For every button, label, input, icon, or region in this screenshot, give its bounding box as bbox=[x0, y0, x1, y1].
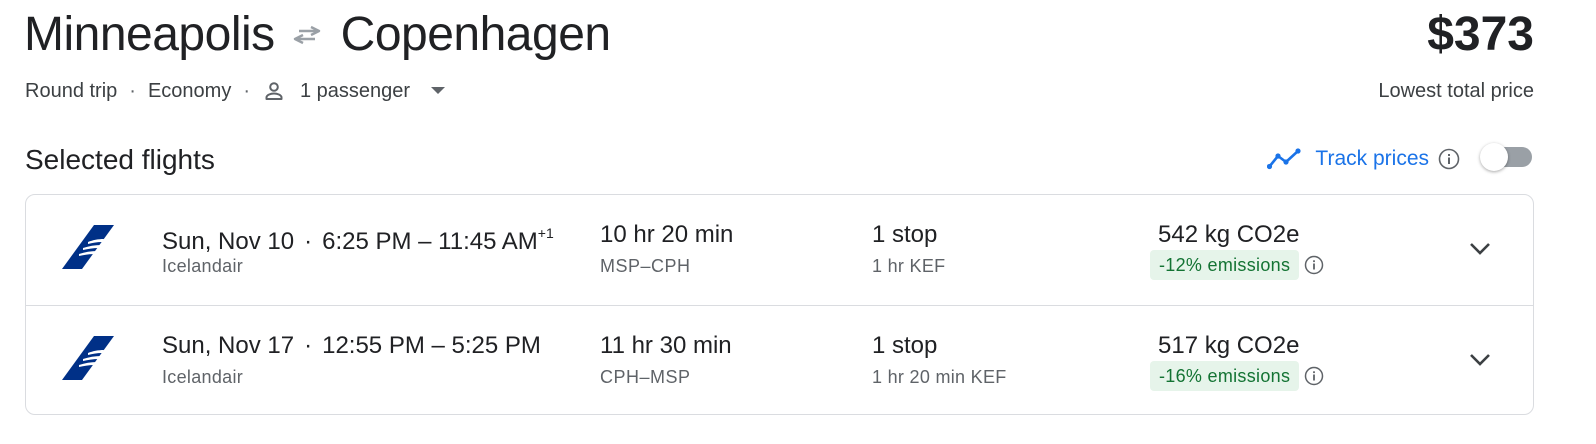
layover-info: 1 hr 20 min KEF bbox=[872, 367, 1007, 387]
airline-name: Icelandair bbox=[162, 256, 244, 276]
flight-row-outbound[interactable]: Sun, Nov 10 · 6:25 PM – 11:45 AM+1 Iceland… bbox=[26, 195, 1533, 305]
person-icon bbox=[262, 79, 286, 103]
separator-dot: · bbox=[304, 228, 313, 255]
caret-down-icon[interactable] bbox=[428, 81, 448, 101]
flight-route: MSP–CPH bbox=[600, 256, 691, 276]
flight-date: Sun, Nov 17 bbox=[162, 332, 295, 359]
toggle-knob bbox=[1480, 143, 1508, 171]
route-title: Minneapolis Copenhagen bbox=[24, 6, 611, 64]
track-prices: Track prices bbox=[1267, 142, 1534, 176]
info-icon[interactable] bbox=[1438, 148, 1460, 170]
co2-amount: 542 kg CO2e bbox=[1158, 221, 1300, 248]
swap-arrows-icon bbox=[291, 19, 323, 51]
flight-route: CPH–MSP bbox=[600, 367, 691, 387]
time-range: 12:55 PM – 5:25 PM bbox=[322, 332, 541, 359]
flight-date: Sun, Nov 10 bbox=[162, 228, 295, 255]
lowest-price: $373 bbox=[1427, 8, 1534, 61]
stop-count: 1 stop bbox=[872, 332, 938, 359]
day-offset: +1 bbox=[537, 225, 554, 241]
separator-dot: · bbox=[243, 80, 250, 102]
track-prices-toggle[interactable] bbox=[1480, 143, 1534, 175]
airline-name: Icelandair bbox=[162, 367, 244, 387]
co2-amount: 517 kg CO2e bbox=[1158, 332, 1300, 359]
emissions-badge: -16% emissions bbox=[1150, 361, 1300, 391]
trip-options: Round trip · Economy · 1 passenger bbox=[25, 79, 448, 103]
flight-times: Sun, Nov 17 · 12:55 PM – 5:25 PM bbox=[162, 332, 541, 360]
cabin-class: Economy bbox=[147, 80, 232, 102]
chevron-down-icon[interactable] bbox=[1460, 231, 1500, 267]
passenger-count: 1 passenger bbox=[300, 80, 411, 102]
trip-type: Round trip bbox=[25, 80, 118, 102]
time-range: 6:25 PM – 11:45 AM bbox=[322, 228, 538, 255]
destination-city: Copenhagen bbox=[340, 8, 611, 61]
price-label: Lowest total price bbox=[1378, 80, 1534, 102]
info-icon[interactable] bbox=[1304, 366, 1324, 386]
icelandair-logo-icon bbox=[60, 223, 116, 271]
trend-line-icon bbox=[1267, 147, 1302, 171]
separator-dot: · bbox=[129, 80, 136, 102]
flight-duration: 10 hr 20 min bbox=[600, 221, 734, 248]
icelandair-logo-icon bbox=[60, 334, 116, 382]
selected-flights-card: Sun, Nov 10 · 6:25 PM – 11:45 AM+1 Iceland… bbox=[25, 194, 1534, 415]
info-icon[interactable] bbox=[1304, 255, 1324, 275]
origin-city: Minneapolis bbox=[24, 8, 275, 61]
layover-info: 1 hr KEF bbox=[872, 256, 946, 276]
flight-duration: 11 hr 30 min bbox=[600, 332, 732, 359]
emissions-badge: -12% emissions bbox=[1150, 250, 1300, 280]
separator-dot: · bbox=[304, 332, 313, 359]
passenger-selector[interactable]: 1 passenger bbox=[262, 79, 448, 103]
chevron-down-icon[interactable] bbox=[1460, 342, 1500, 378]
selected-flights-heading: Selected flights bbox=[25, 144, 215, 175]
flight-row-return[interactable]: Sun, Nov 17 · 12:55 PM – 5:25 PM Icelandai… bbox=[26, 305, 1533, 414]
flight-times: Sun, Nov 10 · 6:25 PM – 11:45 AM+1 bbox=[162, 221, 554, 256]
track-prices-label[interactable]: Track prices bbox=[1315, 147, 1429, 171]
stop-count: 1 stop bbox=[872, 221, 938, 248]
